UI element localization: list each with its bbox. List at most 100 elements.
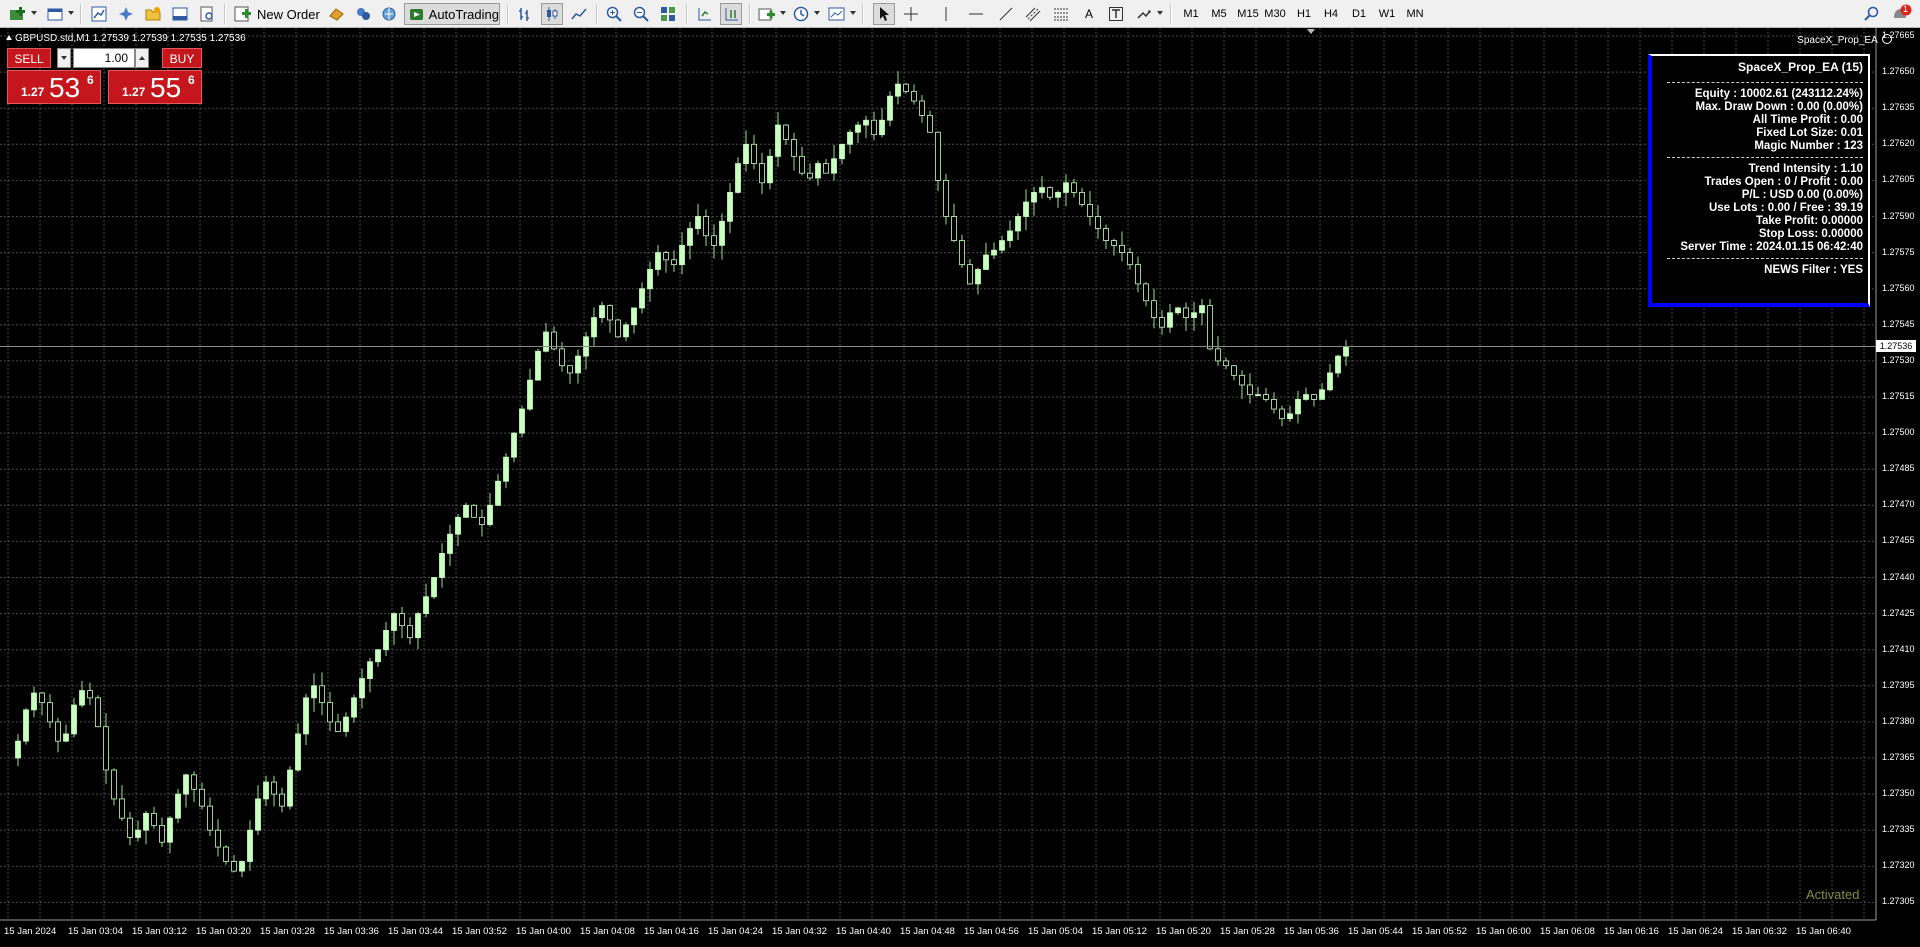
price-tick-label: 1.27365 [1882,752,1915,762]
vertical-line-icon[interactable] [935,3,957,25]
time-tick-label: 15 Jan 06:00 [1476,926,1531,937]
indicators-dropdown-icon[interactable] [780,11,786,15]
line-chart-icon[interactable] [568,3,590,25]
chart-shift-icon[interactable] [693,3,715,25]
timeframe-w1[interactable]: W1 [1376,5,1398,23]
time-tick-label: 15 Jan 03:28 [260,926,315,937]
periods-icon[interactable] [790,3,812,25]
lot-decrease-button[interactable] [57,48,71,68]
candle-body [687,228,693,246]
timeframe-d1[interactable]: D1 [1348,5,1370,23]
lot-increase-button[interactable] [135,48,149,68]
time-tick-label: 15 Jan 04:16 [644,926,699,937]
profiles-dropdown-icon[interactable] [68,11,74,15]
candle-body [639,288,645,309]
candle [1247,373,1253,404]
candle-body [271,781,277,795]
timeframe-m5[interactable]: M5 [1208,5,1230,23]
candle [359,668,365,709]
candle-body [911,90,917,102]
community-icon[interactable] [378,3,400,25]
text-label-icon[interactable] [1105,3,1127,25]
candle-body [31,692,37,711]
candle-body [1103,228,1109,241]
timeframe-m15[interactable]: M15 [1235,5,1261,23]
candle [1303,387,1309,401]
market-icon[interactable] [326,3,348,25]
candlestick-chart-icon[interactable] [541,3,563,25]
buy-button[interactable]: BUY [162,48,202,68]
candle-body [775,124,781,157]
expert-advisor-label[interactable]: SpaceX_Prop_EA [1797,34,1892,46]
timeframe-m1[interactable]: M1 [1180,5,1202,23]
lot-size-input[interactable]: 1.00 [73,48,135,68]
signals-icon[interactable] [352,3,374,25]
templates-icon[interactable] [826,3,848,25]
arrows-dropdown-icon[interactable] [1157,11,1163,15]
candle-body [151,812,157,826]
strategy-tester-icon[interactable] [196,3,218,25]
candle-body [567,365,573,374]
candle-body [847,131,853,145]
cursor-icon[interactable] [873,3,895,25]
candle-body [215,829,221,848]
candle-body [79,690,85,706]
new-chart-icon[interactable] [8,3,30,25]
tile-windows-icon[interactable] [657,3,679,25]
new-order-button[interactable]: New Order [234,3,322,25]
buy-price-button[interactable]: 1.27 55 6 [108,70,202,104]
market-watch-icon[interactable] [88,3,110,25]
bar-chart-icon[interactable] [514,3,536,25]
notifications-icon[interactable]: 1 [1888,3,1914,25]
timeframe-h1[interactable]: H1 [1293,5,1315,23]
candle [1119,231,1125,262]
candle-body [287,769,293,807]
horizontal-line-icon[interactable] [965,3,987,25]
sell-price-button[interactable]: 1.27 53 6 [7,70,101,104]
timeframe-h4[interactable]: H4 [1320,5,1342,23]
fibonacci-icon[interactable] [1050,3,1072,25]
price-chart[interactable] [0,28,1920,947]
time-tick-label: 15 Jan 05:28 [1220,926,1275,937]
new-chart-dropdown-icon[interactable] [31,11,37,15]
zoom-in-icon[interactable] [603,3,625,25]
candle-body [991,249,997,256]
candle [1231,364,1237,381]
candle-body [1143,283,1149,302]
candle [223,845,229,865]
timeframe-m30[interactable]: M30 [1262,5,1288,23]
templates-dropdown-icon[interactable] [850,11,856,15]
time-tick-label: 15 Jan 05:52 [1412,926,1467,937]
candle-body [95,697,101,728]
candle-body [615,319,621,338]
search-icon[interactable] [1860,3,1882,25]
sell-button[interactable]: SELL [7,48,51,68]
candle-body [727,192,733,222]
chart-window[interactable]: GBPUSD.std,M1 1.27539 1.27539 1.27535 1.… [0,28,1920,947]
candle [991,242,997,260]
arrows-icon[interactable] [1133,3,1155,25]
timeframe-mn[interactable]: MN [1403,5,1427,23]
periods-dropdown-icon[interactable] [814,11,820,15]
candle [135,820,141,842]
auto-scroll-icon[interactable] [720,3,742,25]
crosshair-icon[interactable] [900,3,922,25]
data-window-icon[interactable] [115,3,137,25]
chart-shift-marker-icon[interactable] [1307,29,1315,34]
indicators-icon[interactable] [756,3,778,25]
candle [127,812,133,846]
profiles-icon[interactable] [45,3,67,25]
terminal-icon[interactable] [169,3,191,25]
candle [1023,189,1029,231]
autotrading-button[interactable]: AutoTrading [404,3,500,25]
time-tick-label: 15 Jan 03:44 [388,926,443,937]
candle-body [351,697,357,718]
navigator-icon[interactable] [142,3,164,25]
text-tool-icon[interactable]: A [1078,3,1100,25]
time-tick-label: 15 Jan 04:56 [964,926,1019,937]
candle [463,502,469,518]
equidistant-channel-icon[interactable] [1022,3,1044,25]
zoom-out-icon[interactable] [630,3,652,25]
trendline-icon[interactable] [995,3,1017,25]
candle-body [559,348,565,367]
